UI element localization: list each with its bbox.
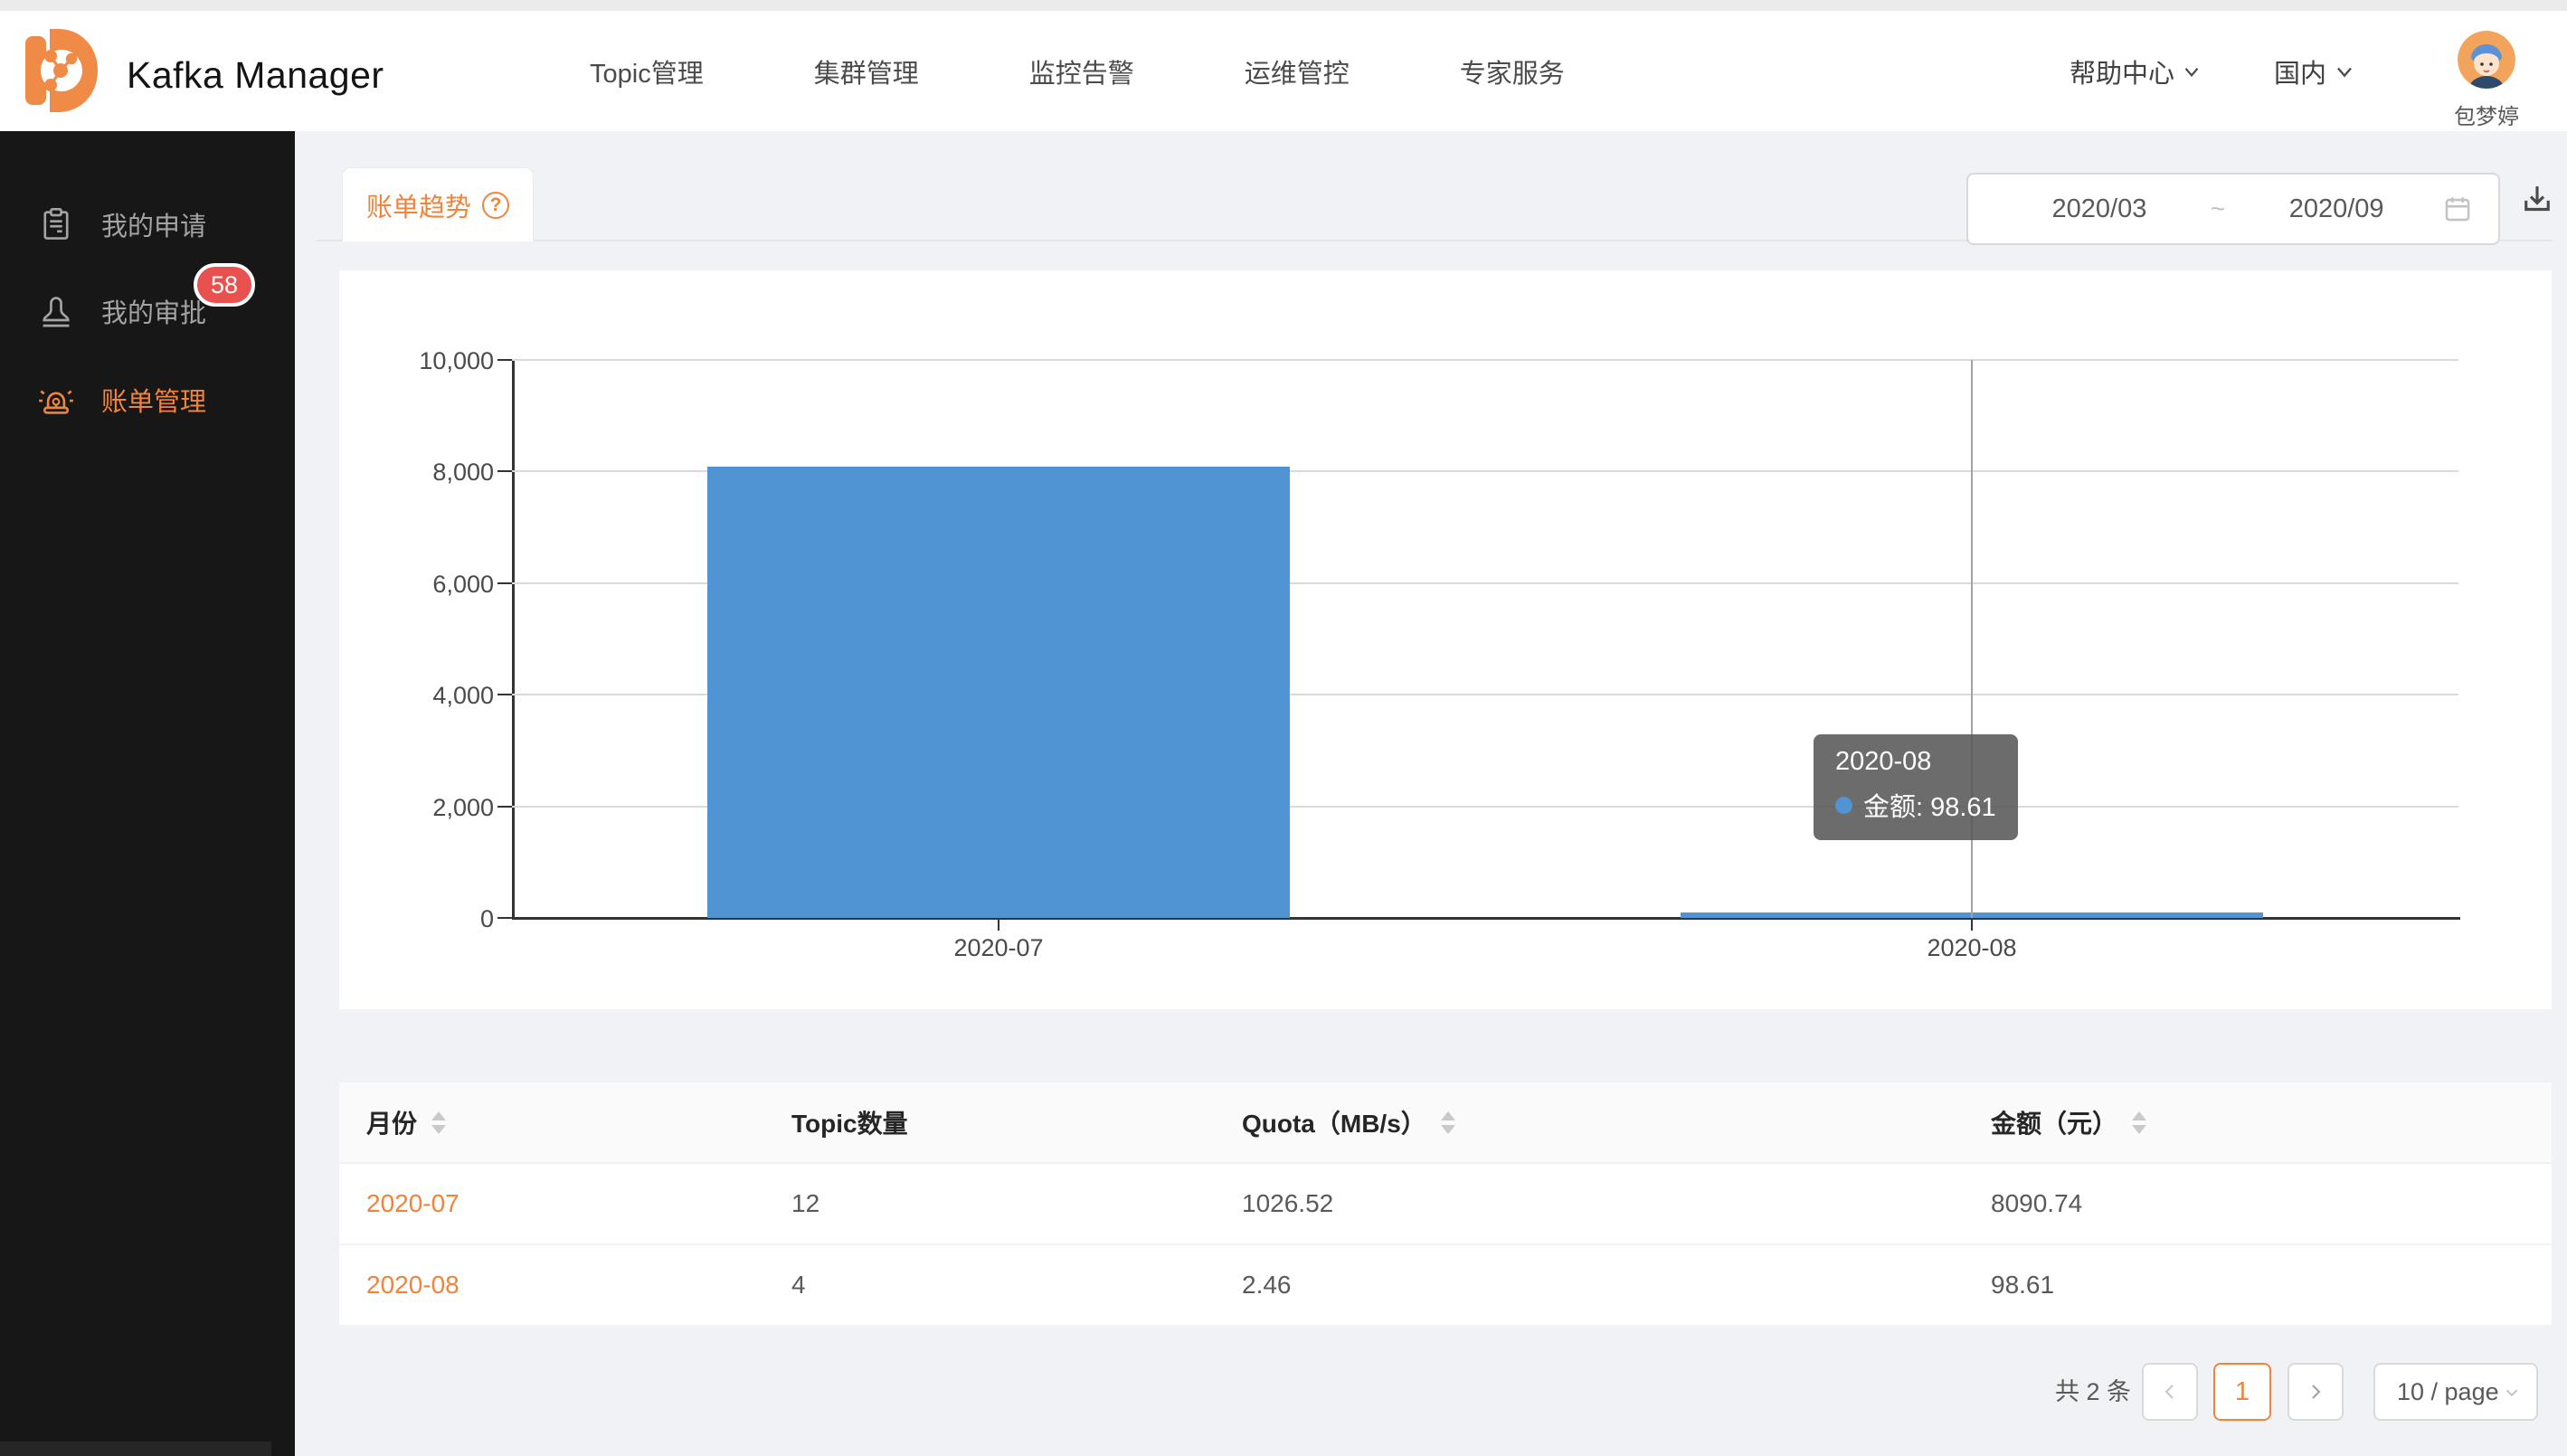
month-link[interactable]: 2020-08 bbox=[366, 1245, 459, 1325]
table-cell: 12 bbox=[791, 1164, 819, 1243]
date-range-picker[interactable]: 2020/03 ~ 2020/09 bbox=[1966, 173, 2500, 245]
sidebar-item-label: 我的申请 bbox=[101, 205, 206, 243]
y-axis-line bbox=[512, 360, 515, 918]
gridline bbox=[512, 359, 2458, 361]
chevron-down-icon bbox=[2332, 59, 2357, 84]
date-start: 2020/03 bbox=[1994, 194, 2205, 224]
column-header-1: Topic数量 bbox=[791, 1083, 908, 1162]
main-nav: Topic管理 集群管理 监控告警 运维管控 专家服务 bbox=[590, 11, 1565, 131]
date-separator: ~ bbox=[2205, 194, 2231, 223]
bill-table: 月份 Topic数量 Quota（MB/s） 金额（元） 2020-07 12 1026.… bbox=[339, 1083, 2552, 1327]
column-header-2[interactable]: Quota（MB/s） bbox=[1242, 1083, 1455, 1162]
alarm-icon bbox=[38, 382, 74, 418]
tooltip-title: 2020-08 bbox=[1835, 747, 1996, 777]
username: 包梦婷 bbox=[2446, 99, 2527, 130]
nav-item-0[interactable]: Topic管理 bbox=[590, 52, 704, 90]
column-header-0[interactable]: 月份 bbox=[366, 1083, 446, 1162]
page-size-value: 10 / page bbox=[2397, 1378, 2499, 1406]
tooltip-value: 金额: 98.61 bbox=[1863, 786, 1996, 824]
table-body: 2020-07 12 1026.52 8090.74 2020-08 4 2.46 98.61 bbox=[339, 1164, 2552, 1327]
bar-2020-07[interactable] bbox=[707, 467, 1290, 918]
pagination-page-1[interactable]: 1 bbox=[2213, 1363, 2271, 1421]
sidebar-item-0[interactable]: 我的申请 bbox=[0, 194, 295, 254]
sort-carets-icon[interactable] bbox=[431, 1111, 446, 1134]
sort-carets-icon[interactable] bbox=[2132, 1111, 2146, 1134]
table-cell: 1026.52 bbox=[1242, 1164, 1333, 1243]
table-header-row: 月份 Topic数量 Quota（MB/s） 金额（元） bbox=[339, 1083, 2552, 1164]
sidebar-item-label: 账单管理 bbox=[101, 381, 206, 419]
calendar-icon bbox=[2442, 194, 2473, 224]
avatar bbox=[2458, 31, 2515, 89]
y-axis-tick bbox=[497, 582, 512, 584]
y-axis-tick bbox=[497, 470, 512, 472]
sidebar-item-label: 我的审批 bbox=[101, 292, 206, 330]
y-axis-tick bbox=[497, 694, 512, 695]
table-cell: 2.46 bbox=[1242, 1245, 1292, 1325]
tab-label: 账单趋势 bbox=[366, 186, 471, 224]
sort-carets-icon[interactable] bbox=[1441, 1111, 1455, 1134]
y-axis-label: 2,000 bbox=[340, 794, 494, 822]
app-title: Kafka Manager bbox=[127, 54, 384, 97]
kafka-manager-logo-icon[interactable] bbox=[25, 29, 98, 112]
bill-trend-chart: 2020-08 金额: 98.61 0 2,000 4,000 6,000 8,000 1… bbox=[339, 270, 2552, 1009]
pagination-prev-button[interactable] bbox=[2142, 1363, 2198, 1421]
y-axis-tick bbox=[497, 359, 512, 361]
table-row-0: 2020-07 12 1026.52 8090.74 bbox=[339, 1164, 2552, 1245]
y-axis-tick bbox=[497, 917, 512, 919]
x-axis-tick bbox=[1971, 920, 1973, 931]
region-menu[interactable]: 国内 bbox=[2274, 52, 2326, 90]
topbar-right: 帮助中心 国内 bbox=[2070, 11, 2357, 131]
x-axis-tick bbox=[998, 920, 999, 931]
sidebar-collapse-trigger[interactable] bbox=[0, 1442, 271, 1456]
column-header-3[interactable]: 金额（元） bbox=[1991, 1083, 2146, 1162]
chart-tooltip: 2020-08 金额: 98.61 bbox=[1814, 734, 2018, 840]
chart-plot: 2020-08 金额: 98.61 02,0004,0006,0008,0001… bbox=[512, 360, 2458, 918]
tab-bill-trend[interactable]: 账单趋势 ? bbox=[342, 167, 534, 241]
date-end: 2020/09 bbox=[2231, 194, 2442, 224]
x-axis-label: 2020-08 bbox=[1872, 934, 2071, 962]
approval-count-badge: 58 bbox=[194, 263, 255, 307]
pagination-total: 共 2 条 bbox=[2055, 1363, 2131, 1421]
browser-top-strip bbox=[0, 0, 2567, 11]
y-axis-label: 4,000 bbox=[340, 682, 494, 710]
page-size-select[interactable]: 10 / page bbox=[2373, 1363, 2538, 1421]
y-axis-label: 6,000 bbox=[340, 571, 494, 599]
table-cell: 4 bbox=[791, 1245, 806, 1325]
y-axis-tick bbox=[497, 806, 512, 808]
nav-item-4[interactable]: 专家服务 bbox=[1460, 52, 1565, 90]
table-cell: 8090.74 bbox=[1991, 1164, 2082, 1243]
y-axis-label: 10,000 bbox=[340, 347, 494, 375]
nav-item-2[interactable]: 监控告警 bbox=[1029, 52, 1134, 90]
series-dot-icon bbox=[1835, 797, 1852, 814]
nav-item-3[interactable]: 运维管控 bbox=[1245, 52, 1350, 90]
x-axis-label: 2020-07 bbox=[899, 934, 1098, 962]
chevron-down-icon bbox=[2180, 60, 2203, 83]
sidebar: 我的申请我的审批58 账单管理 bbox=[0, 131, 295, 1456]
topbar: Kafka Manager Topic管理 集群管理 监控告警 运维管控 专家服务 帮助… bbox=[0, 11, 2567, 131]
nav-item-1[interactable]: 集群管理 bbox=[814, 52, 919, 90]
table-cell: 98.61 bbox=[1991, 1245, 2054, 1325]
month-link[interactable]: 2020-07 bbox=[366, 1164, 459, 1243]
chevron-down-icon bbox=[2502, 1383, 2522, 1403]
stamp-icon bbox=[38, 293, 74, 329]
pagination-next-button[interactable] bbox=[2288, 1363, 2344, 1421]
sidebar-item-2[interactable]: 账单管理 bbox=[0, 370, 295, 430]
y-axis-label: 8,000 bbox=[340, 459, 494, 487]
clipboard-icon bbox=[38, 206, 74, 242]
help-question-icon[interactable]: ? bbox=[482, 192, 509, 219]
download-button[interactable] bbox=[2518, 181, 2556, 219]
table-row-1: 2020-08 4 2.46 98.61 bbox=[339, 1245, 2552, 1327]
user-menu[interactable]: 包梦婷 bbox=[2446, 31, 2527, 130]
y-axis-label: 0 bbox=[340, 905, 494, 933]
help-center-menu[interactable]: 帮助中心 bbox=[2070, 52, 2174, 90]
